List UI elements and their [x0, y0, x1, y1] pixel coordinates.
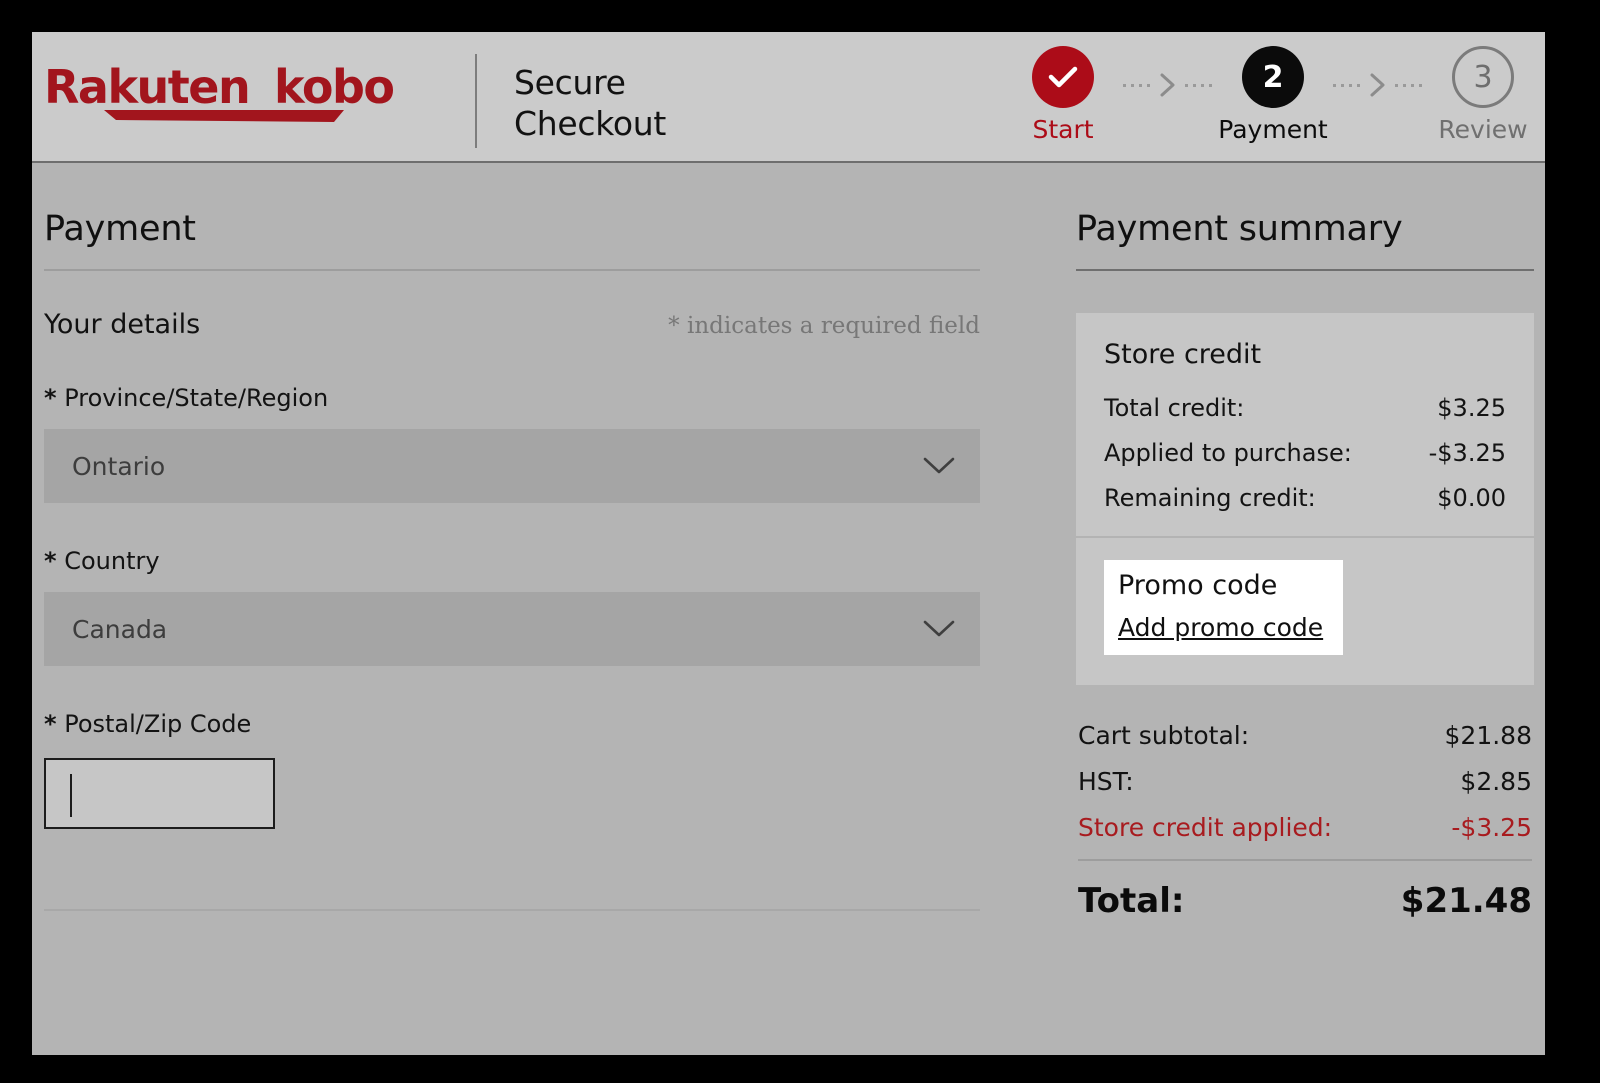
- cart-subtotal-row: Cart subtotal: $21.88: [1078, 721, 1532, 750]
- promo-code-section: Promo code Add promo code: [1076, 538, 1534, 685]
- checkout-page: Rakuten kobo Secure Checkout Start: [32, 32, 1545, 1055]
- store-credit-card: Store credit Total credit: $3.25 Applied…: [1076, 313, 1534, 685]
- postal-code-field-label: * Postal/Zip Code: [44, 710, 980, 738]
- checkout-stepper: Start 2 Payment: [1011, 46, 1535, 156]
- required-asterisk: *: [44, 547, 57, 575]
- stepper-step-review[interactable]: 3 Review: [1431, 46, 1535, 142]
- add-promo-code-link[interactable]: Add promo code: [1118, 613, 1323, 642]
- hst-value: $2.85: [1460, 767, 1532, 796]
- step-payment-number: 2: [1263, 60, 1284, 95]
- step-payment-circle: 2: [1242, 46, 1304, 108]
- main-content: Payment Your details * indicates a requi…: [32, 163, 1545, 1053]
- stepper-step-payment[interactable]: 2 Payment: [1221, 46, 1325, 142]
- remaining-credit-label: Remaining credit:: [1104, 484, 1316, 512]
- remaining-credit-value: $0.00: [1437, 484, 1506, 512]
- required-asterisk: *: [44, 384, 57, 412]
- stepper-connector-1: [1115, 72, 1221, 98]
- chevron-down-icon: [922, 455, 956, 477]
- required-asterisk: *: [44, 710, 57, 738]
- province-select-value: Ontario: [72, 452, 165, 481]
- province-label-text: Province/State/Region: [64, 384, 328, 412]
- secure-checkout-title: Secure Checkout: [514, 62, 666, 145]
- store-credit-applied-label: Store credit applied:: [1078, 813, 1332, 842]
- hst-row: HST: $2.85: [1078, 767, 1532, 796]
- step-review-circle: 3: [1452, 46, 1514, 108]
- step-review-number: 3: [1473, 60, 1492, 95]
- step-start-circle: [1032, 46, 1094, 108]
- applied-to-purchase-value: -$3.25: [1429, 439, 1506, 467]
- step-review-label: Review: [1438, 117, 1527, 142]
- chevron-down-icon: [922, 618, 956, 640]
- promo-code-highlight: Promo code Add promo code: [1104, 560, 1343, 655]
- order-totals: Cart subtotal: $21.88 HST: $2.85 Store c…: [1076, 721, 1534, 966]
- cart-subtotal-value: $21.88: [1445, 721, 1532, 750]
- province-select[interactable]: Ontario: [44, 429, 980, 503]
- page-title: Payment: [44, 163, 980, 249]
- totals-divider: [1078, 859, 1532, 861]
- step-payment-label: Payment: [1218, 117, 1327, 142]
- hst-label: HST:: [1078, 767, 1134, 796]
- connector-dots-right: [1395, 84, 1423, 87]
- secure-checkout-line2: Checkout: [514, 103, 666, 144]
- step-start-label: Start: [1032, 117, 1093, 142]
- page-header: Rakuten kobo Secure Checkout Start: [32, 32, 1545, 163]
- title-divider: [44, 269, 980, 271]
- text-caret: [70, 774, 72, 817]
- form-bottom-divider: [44, 909, 980, 911]
- province-field-label: * Province/State/Region: [44, 384, 980, 412]
- total-credit-label: Total credit:: [1104, 394, 1244, 422]
- promo-code-heading: Promo code: [1118, 570, 1323, 601]
- clipped-bottom-row: [1078, 957, 1532, 966]
- country-select-value: Canada: [72, 615, 167, 644]
- summary-divider: [1076, 269, 1534, 271]
- store-credit-row: Remaining credit: $0.00: [1104, 484, 1506, 512]
- header-divider: [475, 54, 477, 148]
- connector-dots-right: [1185, 84, 1213, 87]
- total-credit-value: $3.25: [1437, 394, 1506, 422]
- chevron-right-icon: [1369, 72, 1387, 98]
- your-details-row: Your details * indicates a required fiel…: [44, 309, 980, 340]
- cart-subtotal-label: Cart subtotal:: [1078, 721, 1249, 750]
- store-credit-row: Applied to purchase: -$3.25: [1104, 439, 1506, 467]
- store-credit-row: Total credit: $3.25: [1104, 394, 1506, 422]
- applied-to-purchase-label: Applied to purchase:: [1104, 439, 1352, 467]
- chevron-right-icon: [1159, 72, 1177, 98]
- payment-summary-column: Payment summary Store credit Total credi…: [1076, 163, 1534, 966]
- grand-total-label: Total:: [1078, 881, 1184, 921]
- grand-total-row: Total: $21.48: [1078, 881, 1532, 921]
- check-icon: [1048, 65, 1078, 89]
- summary-title: Payment summary: [1076, 163, 1534, 249]
- grand-total-value: $21.48: [1401, 881, 1532, 921]
- rakuten-kobo-logo[interactable]: Rakuten kobo: [44, 60, 474, 130]
- country-field-label: * Country: [44, 547, 980, 575]
- secure-checkout-line1: Secure: [514, 62, 666, 103]
- stepper-step-start[interactable]: Start: [1011, 46, 1115, 142]
- country-select[interactable]: Canada: [44, 592, 980, 666]
- postal-code-input[interactable]: [44, 758, 275, 829]
- store-credit-section: Store credit Total credit: $3.25 Applied…: [1076, 313, 1534, 536]
- required-field-note: * indicates a required field: [668, 313, 980, 339]
- store-credit-applied-row: Store credit applied: -$3.25: [1078, 813, 1532, 842]
- store-credit-applied-value: -$3.25: [1451, 813, 1532, 842]
- connector-dots-left: [1333, 84, 1361, 87]
- store-credit-heading: Store credit: [1104, 339, 1506, 370]
- payment-form-column: Payment Your details * indicates a requi…: [44, 163, 980, 911]
- svg-text:Rakuten: Rakuten: [44, 60, 249, 114]
- connector-dots-left: [1123, 84, 1151, 87]
- stepper-connector-2: [1325, 72, 1431, 98]
- country-label-text: Country: [64, 547, 159, 575]
- postal-code-label-text: Postal/Zip Code: [64, 710, 251, 738]
- svg-text:kobo: kobo: [274, 60, 394, 114]
- your-details-heading: Your details: [44, 309, 200, 340]
